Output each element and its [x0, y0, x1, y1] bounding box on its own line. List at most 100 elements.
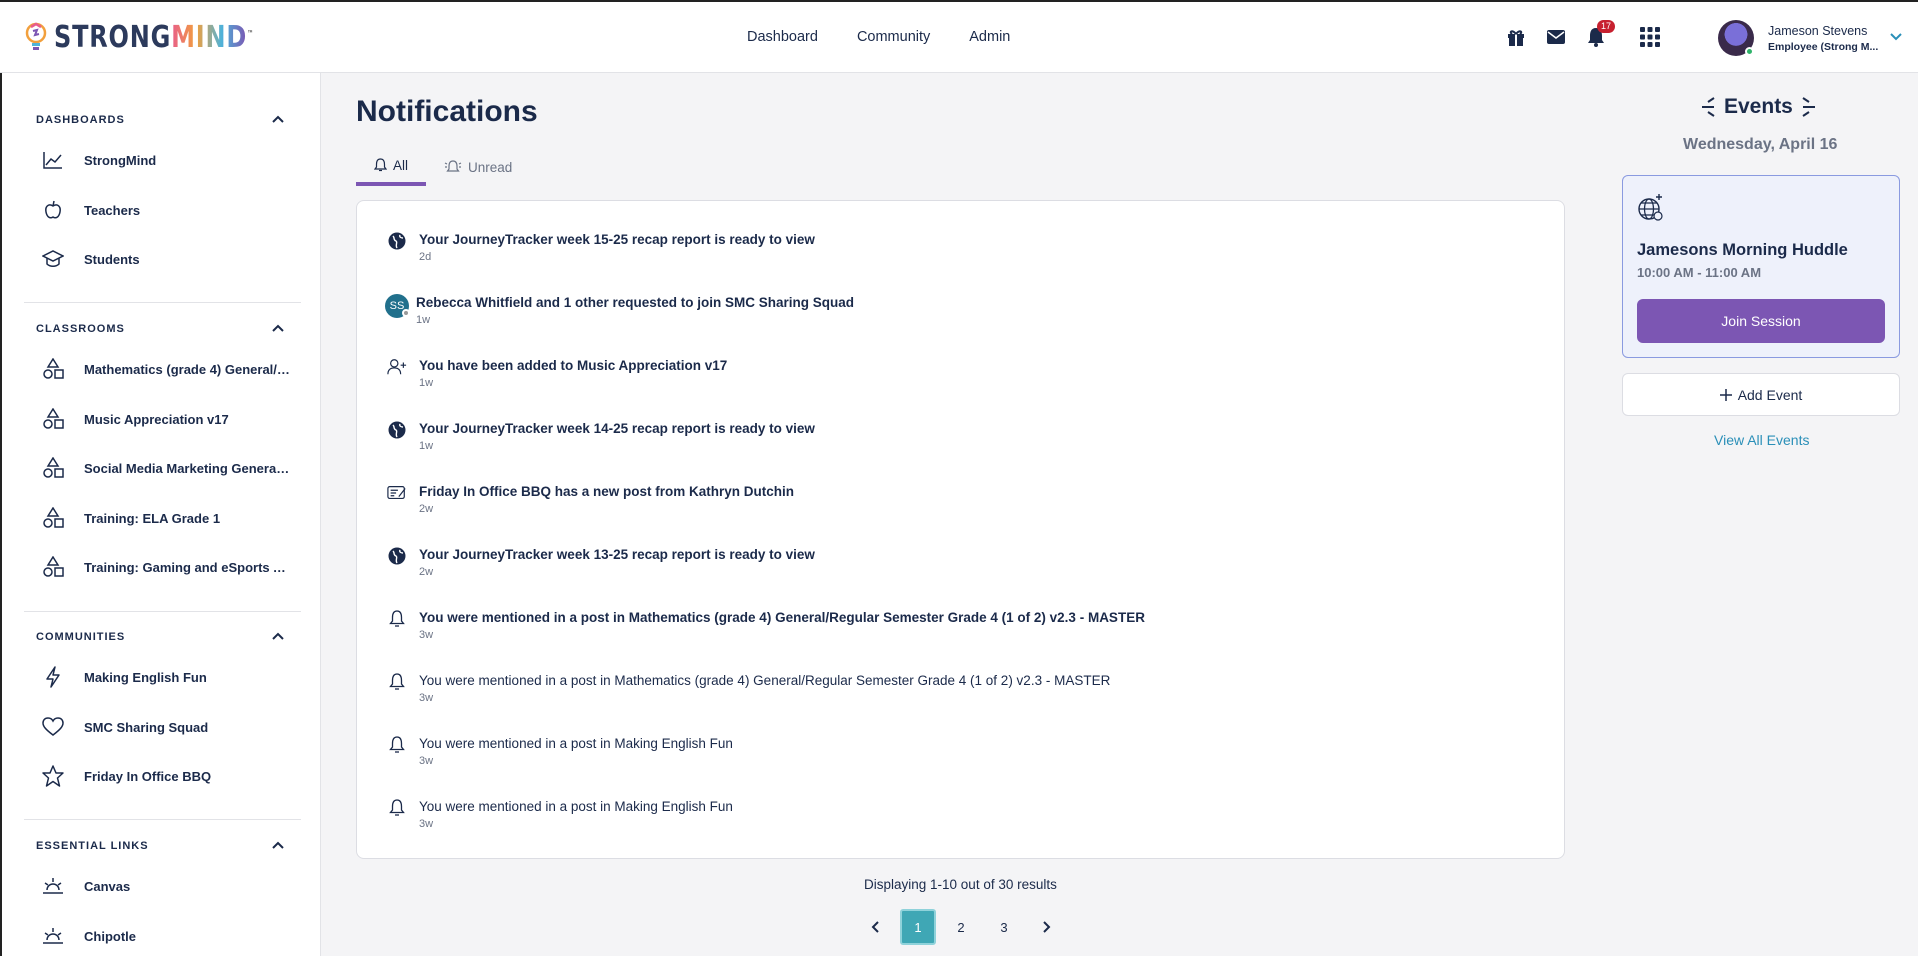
nav-admin-link[interactable]: Admin: [969, 29, 1010, 45]
notification-item[interactable]: Your JourneyTracker week 13-25 recap rep…: [387, 544, 1537, 584]
add-event-button[interactable]: Add Event: [1622, 373, 1900, 416]
notification-item[interactable]: You have been added to Music Appreciatio…: [387, 355, 1537, 395]
group-avatar-icon: SS: [385, 294, 410, 318]
notification-item[interactable]: You were mentioned in a post in Making E…: [387, 733, 1537, 773]
sunrise-link-icon: [42, 875, 64, 897]
join-session-button[interactable]: Join Session: [1637, 299, 1885, 343]
prev-page-button[interactable]: [857, 909, 893, 945]
sidebar-item-making-english-fun[interactable]: Making English Fun: [42, 662, 302, 692]
sidebar-item-classroom[interactable]: Mathematics (grade 4) General/Regular Se…: [42, 354, 302, 384]
mail-icon[interactable]: [1545, 26, 1567, 48]
essential-links-heading: ESSENTIAL LINKS: [36, 840, 149, 852]
notification-tabs: All Unread: [356, 150, 530, 186]
event-name: Jamesons Morning Huddle: [1637, 241, 1848, 259]
notification-item[interactable]: Your JourneyTracker week 15-25 recap rep…: [387, 229, 1537, 269]
view-all-events-link[interactable]: View All Events: [1714, 432, 1809, 448]
user-role: Employee (Strong M...: [1768, 41, 1879, 53]
header-icons: 17: [1505, 20, 1679, 48]
gift-icon[interactable]: [1505, 26, 1527, 48]
globe-icon: [387, 546, 407, 566]
chevron-right-icon: [1043, 921, 1051, 933]
shapes-icon: [42, 358, 64, 380]
sidebar-item-teachers[interactable]: Teachers: [42, 195, 302, 225]
sidebar-item-students[interactable]: Students: [42, 244, 302, 274]
divider: [24, 302, 301, 303]
top-bar: STRONGMIND™ Dashboard Community Admin 17…: [0, 0, 1918, 73]
line-chart-icon: [42, 149, 64, 171]
chevron-up-icon[interactable]: [272, 115, 284, 123]
communities-heading: COMMUNITIES: [36, 631, 126, 643]
chevron-up-icon[interactable]: [272, 632, 284, 640]
sidebar: DASHBOARDS StrongMind Teachers Students …: [0, 73, 321, 956]
event-card[interactable]: Jamesons Morning Huddle 10:00 AM - 11:00…: [1622, 175, 1900, 358]
sidebar-item-classroom[interactable]: Training: ELA Grade 1: [42, 503, 302, 533]
bell-icon: [387, 672, 407, 692]
lightning-icon: [42, 666, 64, 688]
shapes-icon: [42, 408, 64, 430]
notification-item[interactable]: You were mentioned in a post in Mathemat…: [387, 670, 1537, 710]
notifications-list: Your JourneyTracker week 15-25 recap rep…: [356, 200, 1565, 859]
notification-item[interactable]: Friday In Office BBQ has a new post from…: [387, 481, 1537, 521]
apps-grid-icon[interactable]: [1639, 26, 1661, 48]
chevron-up-icon[interactable]: [272, 841, 284, 849]
notification-item[interactable]: You were mentioned in a post in Mathemat…: [387, 607, 1537, 647]
user-plus-icon: [387, 357, 407, 377]
sidebar-item-smc-sharing-squad[interactable]: SMC Sharing Squad: [42, 712, 302, 742]
nav-dashboard-link[interactable]: Dashboard: [747, 29, 818, 45]
plus-icon: [1719, 388, 1732, 401]
sparkle-left-icon: [1702, 97, 1715, 117]
notification-item[interactable]: SS Rebecca Whitfield and 1 other request…: [385, 292, 1537, 332]
events-heading: Events: [1700, 95, 1817, 119]
chevron-up-icon[interactable]: [272, 324, 284, 332]
page-title: Notifications: [356, 95, 538, 128]
shapes-icon: [42, 556, 64, 578]
tab-all[interactable]: All: [356, 150, 427, 186]
pagination: 1 2 3: [857, 909, 1065, 945]
sidebar-item-strongmind[interactable]: StrongMind: [42, 145, 302, 175]
divider: [24, 819, 301, 820]
graduation-cap-icon: [42, 248, 64, 270]
sunrise-link-icon: [42, 925, 64, 947]
page-2-button[interactable]: 2: [943, 909, 979, 945]
page-3-button[interactable]: 3: [986, 909, 1022, 945]
globe-icon: [387, 420, 407, 440]
notification-count-badge: 17: [1597, 20, 1616, 33]
divider: [24, 611, 301, 612]
logo-wordmark: STRONGMIND™: [54, 20, 255, 55]
bell-icon[interactable]: 17: [1585, 20, 1616, 48]
online-status-dot: [1745, 47, 1754, 56]
bell-icon: [374, 158, 387, 172]
events-date: Wednesday, April 16: [1683, 136, 1838, 153]
sidebar-item-friday-in-office-bbq[interactable]: Friday In Office BBQ: [42, 761, 302, 791]
tab-unread[interactable]: Unread: [426, 150, 530, 184]
sidebar-item-classroom[interactable]: Social Media Marketing General/Regular: [42, 453, 302, 483]
nav-community-link[interactable]: Community: [857, 29, 930, 45]
dashboards-heading: DASHBOARDS: [36, 114, 125, 126]
heart-icon: [42, 716, 64, 738]
next-page-button[interactable]: [1029, 909, 1065, 945]
chevron-down-icon[interactable]: [1890, 30, 1902, 44]
notification-item[interactable]: You were mentioned in a post in Making E…: [387, 796, 1537, 836]
apple-icon: [42, 199, 64, 221]
shapes-icon: [42, 507, 64, 529]
classrooms-heading: CLASSROOMS: [36, 323, 125, 335]
post-icon: [387, 483, 407, 503]
bell-icon: [387, 609, 407, 629]
sidebar-item-canvas[interactable]: Canvas: [42, 871, 302, 901]
shapes-icon: [42, 457, 64, 479]
notification-item[interactable]: Your JourneyTracker week 14-25 recap rep…: [387, 418, 1537, 458]
sidebar-item-classroom[interactable]: Training: Gaming and eSports Academy: [42, 552, 302, 582]
page-1-button[interactable]: 1: [900, 909, 936, 945]
event-time: 10:00 AM - 11:00 AM: [1637, 265, 1762, 280]
globe-icon: [387, 231, 407, 251]
sparkle-right-icon: [1802, 97, 1815, 117]
user-menu[interactable]: Jameson Stevens Employee (Strong M...: [1718, 20, 1908, 60]
top-nav: Dashboard Community Admin: [747, 29, 1010, 45]
strongmind-logo[interactable]: STRONGMIND™: [24, 20, 304, 55]
sidebar-item-classroom[interactable]: Music Appreciation v17: [42, 404, 302, 434]
results-count: Displaying 1-10 out of 30 results: [864, 877, 1057, 892]
chevron-left-icon: [871, 921, 879, 933]
bell-icon: [387, 735, 407, 755]
user-name: Jameson Stevens: [1768, 24, 1868, 38]
sidebar-item-chipotle[interactable]: Chipotle: [42, 921, 302, 951]
